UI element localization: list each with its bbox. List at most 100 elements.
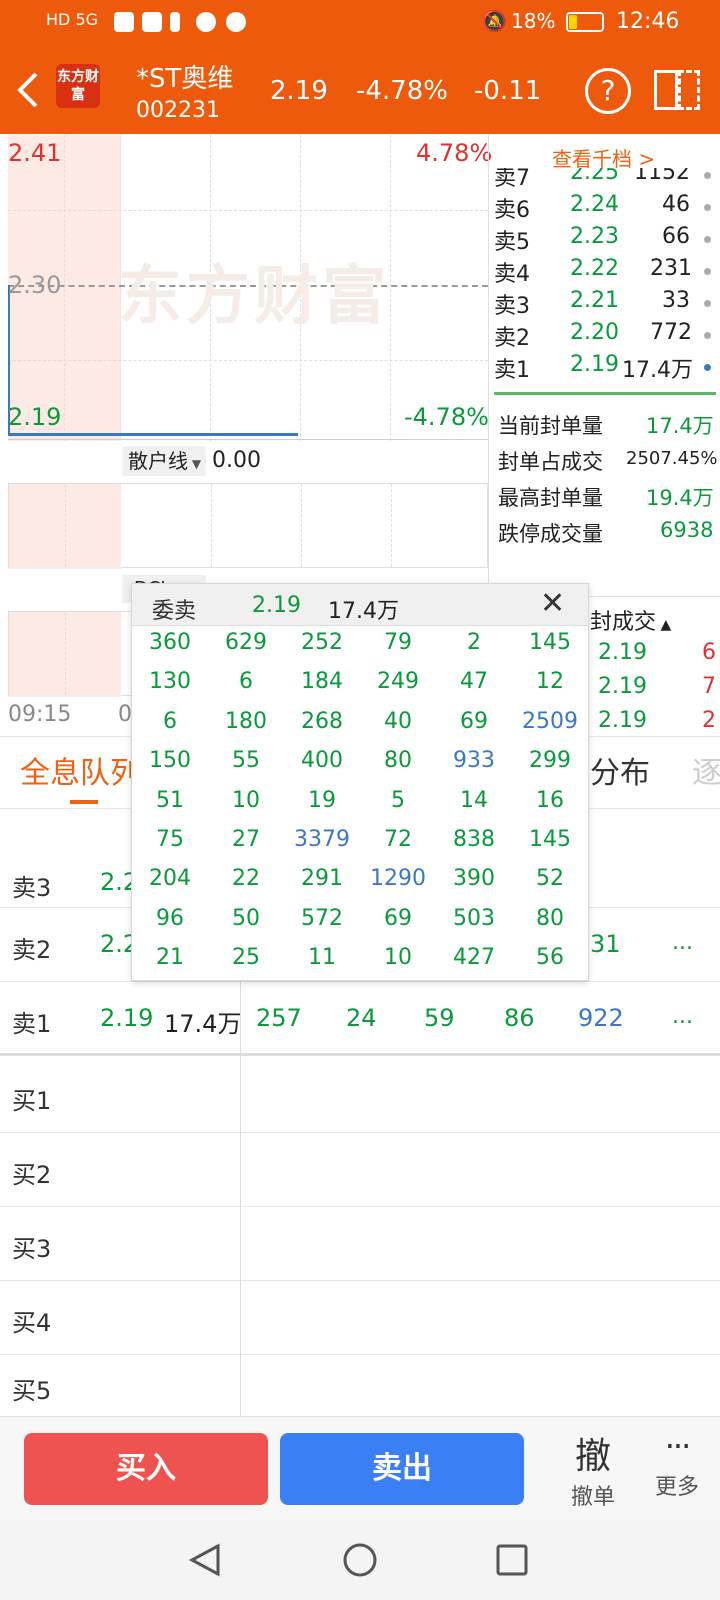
change-value: -0.11 [474,76,542,106]
more-menu-button[interactable]: ··· 更多 [644,1427,710,1513]
trade-vol: 2 [702,708,716,733]
popup-cell: 130 [149,669,191,695]
popup-cell: 21 [156,945,184,971]
max-seal-volume: 最高封单量 19.4万 [498,486,714,510]
sell-button[interactable]: 卖出 [280,1433,524,1505]
chart-mid-price: 2.30 [8,271,62,299]
chart-bottom-price: 2.19 [8,403,62,431]
app-notification-icon [142,12,162,32]
popup-cell: 145 [529,827,571,852]
back-arrow-icon[interactable] [14,70,42,110]
popup-cell: 204 [149,866,191,892]
close-icon[interactable]: ✕ [540,586,565,621]
popup-cell: 299 [529,748,571,774]
tab-full-queue[interactable]: 全息队列 [20,748,140,792]
app-notification-icon [196,12,216,32]
popup-cell: 19 [308,787,336,813]
popup-cell: 40 [384,708,412,734]
popup-cell: 503 [453,905,495,931]
sell-level-7: 卖7 2.25 1152 [494,168,716,192]
queue-column-divider [240,980,241,1416]
popup-cell: 180 [225,708,267,734]
trade-vol: 7 [702,674,716,699]
popup-cell: 5 [391,787,405,813]
sell-queue-popup: 委卖 2.19 17.4万 ✕ 360 629 252 79 2 145 130 6 184 24… [131,583,589,981]
help-icon[interactable]: ? [585,68,631,114]
popup-cell: 360 [149,630,191,655]
alert-icon [170,12,180,32]
battery-icon [566,12,604,32]
trades-header[interactable]: 封成交 ▲ [590,604,671,636]
time-start: 09:15 [8,702,72,727]
nav-home-icon[interactable] [342,1542,378,1578]
trade-price: 2.19 [598,674,647,699]
intraday-chart[interactable]: 东方财富 2.41 4.78% 2.30 2.19 -4.78% [8,135,492,441]
popup-cell: 400 [301,748,343,774]
indicator-select[interactable]: 散户线 ▼ [122,446,206,476]
queue-row-buy-5: 买5 [12,1377,52,1405]
popup-cell: 56 [536,945,564,971]
chart-top-price: 2.41 [8,139,62,167]
popup-cell: 10 [232,787,260,813]
popup-cell: 629 [225,630,267,655]
limit-down-volume: 跌停成交量 6938 [498,518,714,546]
shield-icon [226,12,246,32]
divider [494,392,716,395]
sell-level-6: 卖6 2.24 46 [494,192,716,224]
popup-title: 委卖 [152,599,197,624]
popup-cell: 16 [536,787,564,813]
popup-grid: 360 629 252 79 2 145 130 6 184 249 47 12 6 180 268 40 69… [132,626,588,982]
order-book-sells: 卖7 2.25 1152 卖6 2.24 46 卖5 2.23 66 卖4 2.… [488,168,720,394]
popup-cell: 75 [156,827,184,852]
popup-cell: 572 [301,905,343,931]
popup-cell: 22 [232,866,260,892]
sell-level-3: 卖3 2.21 33 [494,288,716,320]
popup-cell: 145 [529,630,571,655]
time-tick: 0 [118,702,132,727]
sell-level-1: 卖1 2.19 17.4万 [494,352,716,384]
cancel-order-button[interactable]: 撤 撤单 [560,1427,626,1513]
more-button[interactable]: ... [672,1004,693,1029]
popup-cell: 80 [536,905,564,931]
network-indicator: HD 5G [46,10,99,29]
indicator-value: 0.00 [212,448,261,473]
trade-vol: 6 [702,640,716,665]
popup-cell: 96 [156,905,184,931]
popup-cell: 6 [239,669,253,695]
popup-cell: 69 [460,708,488,734]
cancel-label: 撤单 [570,1485,615,1510]
queue-row-buy-3: 买3 [0,1207,720,1281]
clock: 12:46 [616,9,680,34]
popup-cell: 47 [460,669,488,695]
popup-cell: 69 [384,905,412,931]
queue-row-sell-1: 卖1 2.19 17.4万 257 24 59 86 922 ... [0,982,720,1056]
popup-cell: 50 [232,905,260,931]
popup-cell: 14 [460,787,488,813]
current-price: 2.19 [270,76,328,106]
change-percent: -4.78% [356,76,448,106]
popup-cell: 80 [384,748,412,774]
chart-bottom-pct: -4.78% [404,403,489,431]
tab-tick-by-tick[interactable]: 逐 [692,748,720,792]
more-icon: ··· [664,1427,692,1465]
buy-button[interactable]: 买入 [24,1433,268,1505]
popup-cell: 72 [384,827,412,852]
layout-switch-icon[interactable] [654,68,702,114]
more-button[interactable]: ... [672,930,693,955]
popup-cell: 427 [453,945,495,971]
nav-back-icon[interactable] [188,1542,222,1578]
popup-cell: 252 [301,630,343,655]
popup-cell: 291 [301,866,343,892]
popup-cell: 249 [377,669,419,695]
tab-distribution[interactable]: 分布 [590,748,650,792]
popup-volume: 17.4万 [328,599,399,624]
current-seal-volume: 当前封单量 17.4万 [498,414,714,438]
popup-cell: 2 [467,630,481,655]
popup-cell: 51 [156,787,184,813]
app-notification-icon [114,12,134,32]
queue-row-buy-2: 买2 [0,1133,720,1207]
popup-cell: 6 [163,708,177,734]
nav-recents-icon[interactable] [496,1544,528,1576]
popup-cell: 27 [232,827,260,852]
popup-cell: 150 [149,748,191,774]
